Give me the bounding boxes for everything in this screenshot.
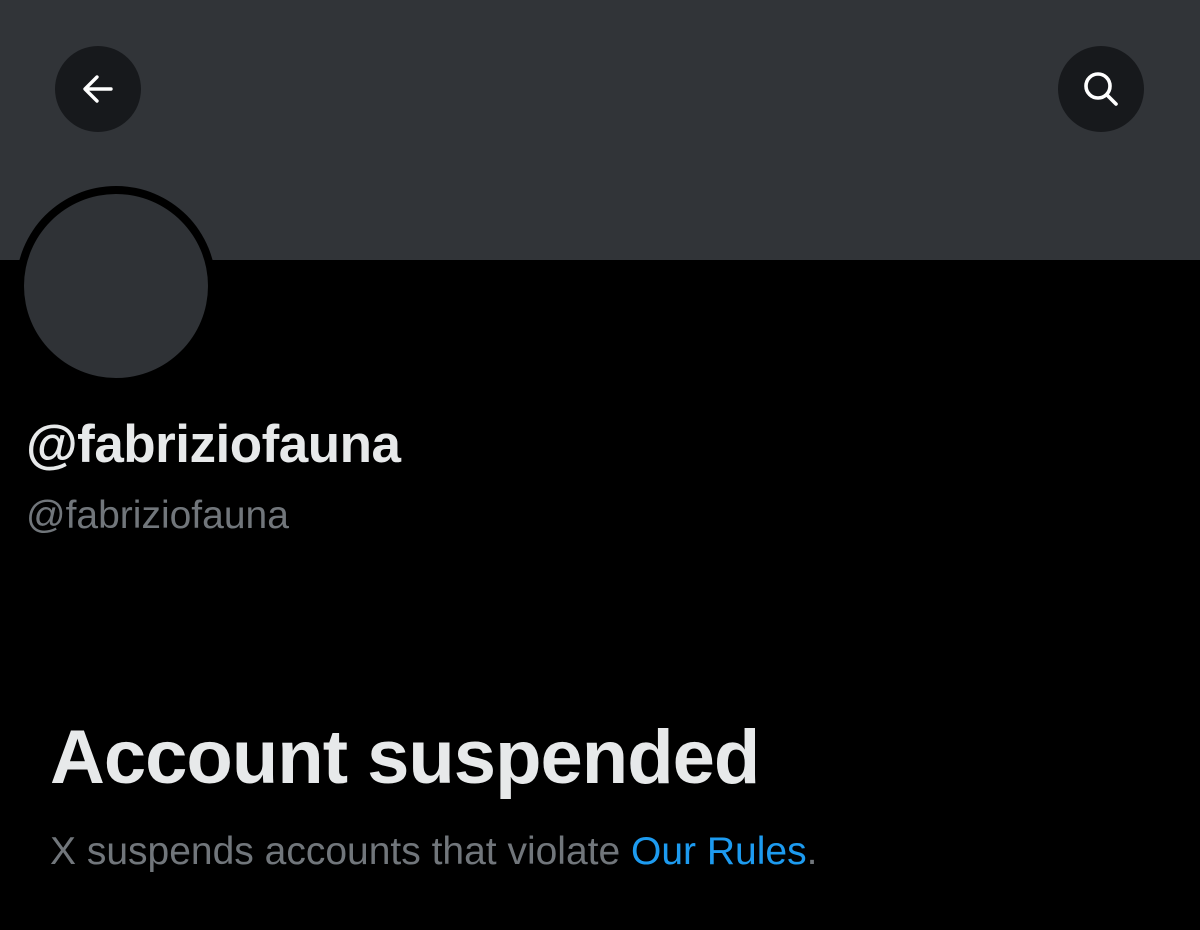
back-button[interactable]	[55, 46, 141, 132]
search-icon	[1079, 67, 1123, 111]
search-button[interactable]	[1058, 46, 1144, 132]
suspension-description-text: X suspends accounts that violate	[50, 830, 632, 873]
avatar[interactable]	[24, 194, 208, 378]
suspension-description-period: .	[806, 830, 818, 873]
our-rules-link[interactable]: Our Rules	[631, 830, 807, 873]
suspension-description: X suspends accounts that violate Our Rul…	[50, 830, 817, 874]
profile-display-name: @fabriziofauna	[26, 415, 401, 474]
profile-handle: @fabriziofauna	[26, 494, 289, 537]
suspension-title: Account suspended	[50, 715, 760, 800]
arrow-left-icon	[76, 67, 120, 111]
profile-page: @fabriziofauna @fabriziofauna Account su…	[0, 0, 1200, 930]
